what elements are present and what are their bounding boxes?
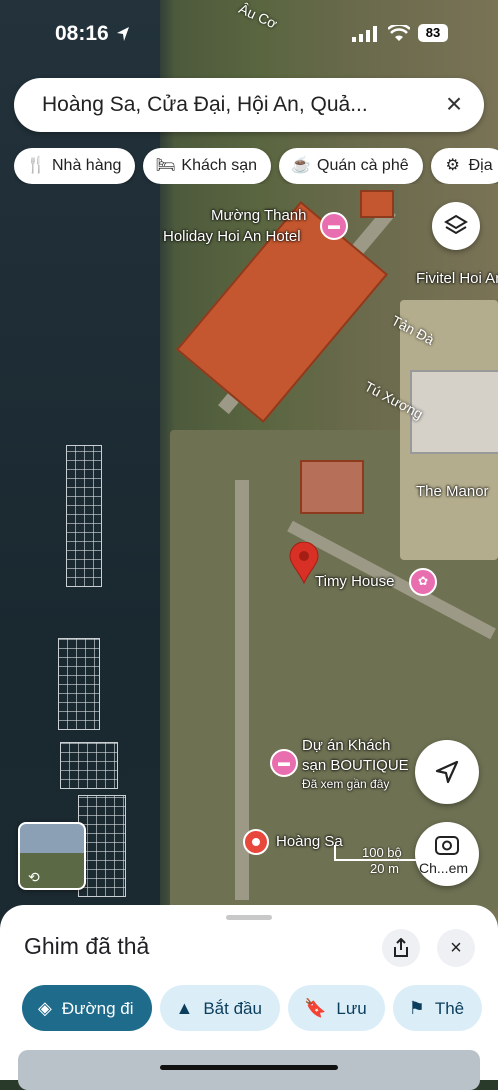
shopping-poi-icon[interactable]: ✿ <box>409 568 437 596</box>
place-label[interactable]: Holiday Hoi An Hotel <box>163 228 301 245</box>
place-label[interactable]: Hoàng Sa <box>276 833 343 850</box>
action-label: Đường đi <box>61 999 134 1018</box>
cellular-signal-icon <box>352 26 377 42</box>
start-button[interactable]: ▲ Bắt đầu <box>159 985 280 1031</box>
save-button[interactable]: 🔖 Lưu <box>287 985 385 1031</box>
place-label[interactable]: sạn BOUTIQUE <box>302 757 409 774</box>
directions-button[interactable]: ◈ Đường đi <box>22 985 152 1031</box>
navigation-arrow-icon <box>435 760 459 784</box>
chip-hotels[interactable]: 🛏 Khách sạn <box>143 148 271 184</box>
fish-pen <box>66 445 102 587</box>
chip-label: Khách sạn <box>181 157 257 174</box>
place-sheet[interactable]: Ghim đã thả × ◈ Đường đi ▲ Bắt đầu 🔖 Lưu ⚑ Thê <box>0 905 498 1090</box>
camera-lens-icon <box>435 836 459 855</box>
attraction-icon: ⚙ <box>445 157 460 174</box>
directions-icon: ◈ <box>38 998 52 1018</box>
search-bar[interactable]: Hoàng Sa, Cửa Đại, Hội An, Quả... × <box>14 78 484 132</box>
chip-attractions[interactable]: ⚙ Địa <box>430 148 498 184</box>
action-buttons: ◈ Đường đi ▲ Bắt đầu 🔖 Lưu ⚑ Thê <box>22 985 498 1031</box>
building-roof <box>360 190 394 218</box>
coffee-cup-icon: ☕ <box>291 157 311 174</box>
action-label: Lưu <box>336 999 367 1018</box>
hotel-poi-icon[interactable]: ▬ <box>320 212 348 240</box>
my-location-button[interactable] <box>415 740 479 804</box>
clock: 08:16 <box>55 22 109 45</box>
layers-icon <box>444 214 468 235</box>
fish-pen <box>60 742 118 789</box>
bookmark-icon: 🔖 <box>303 998 327 1018</box>
drag-handle[interactable] <box>226 915 272 920</box>
street-view-icon: ⟲ <box>28 869 40 885</box>
fish-pen <box>58 638 100 730</box>
place-photo[interactable] <box>18 1050 480 1090</box>
add-label-button[interactable]: ⚑ Thê <box>392 985 483 1031</box>
place-label[interactable]: Dự án Khách <box>302 737 390 754</box>
location-arrow-icon <box>117 27 129 41</box>
chip-label: Địa <box>468 157 493 174</box>
search-query[interactable]: Hoàng Sa, Cửa Đại, Hội An, Quả... <box>42 93 368 117</box>
place-label[interactable]: Timy House <box>315 573 394 590</box>
sheet-title: Ghim đã thả <box>24 933 150 959</box>
fork-knife-icon: 🍴 <box>26 157 46 174</box>
map-scale: 100 bộ 20 m <box>334 845 428 876</box>
hotel-poi-icon[interactable]: ▬ <box>270 749 298 777</box>
scale-bar: 100 bộ <box>334 845 428 861</box>
share-icon <box>394 937 408 957</box>
chip-restaurants[interactable]: 🍴 Nhà hàng <box>14 148 136 184</box>
street-poi-icon[interactable] <box>242 828 270 856</box>
share-button[interactable] <box>382 929 420 967</box>
action-label: Thê <box>434 999 465 1018</box>
category-chips: 🍴 Nhà hàng 🛏 Khách sạn ☕ Quán cà phê ⚙ Địa <box>14 148 498 184</box>
scale-top: 100 bộ <box>362 845 402 860</box>
chip-label: Nhà hàng <box>52 157 122 174</box>
bed-icon: 🛏 <box>155 157 176 174</box>
close-icon: × <box>450 937 462 959</box>
building-roof <box>300 460 364 514</box>
home-indicator[interactable] <box>160 1065 338 1070</box>
navigation-arrow-icon: ▲ <box>175 998 194 1018</box>
place-label[interactable]: Fivitel Hoi An H <box>416 270 498 287</box>
street-view-thumbnail[interactable]: ⟲ <box>18 822 86 890</box>
layers-button[interactable] <box>432 202 480 250</box>
chip-cafes[interactable]: ☕ Quán cà phê <box>279 148 423 184</box>
wifi-icon <box>388 25 410 41</box>
close-sheet-button[interactable]: × <box>437 929 475 967</box>
place-label[interactable]: The Manor <box>416 483 489 500</box>
action-label: Bắt đầu <box>203 999 262 1018</box>
close-icon[interactable]: × <box>438 89 470 121</box>
chip-label: Quán cà phê <box>317 157 409 174</box>
battery-indicator: 83 <box>418 24 448 42</box>
flag-icon: ⚑ <box>408 998 425 1018</box>
place-label[interactable]: Mường Thanh <box>211 207 307 224</box>
recently-viewed-note: Đã xem gần đây <box>302 777 390 791</box>
dropped-pin-icon[interactable] <box>288 542 320 584</box>
scale-bottom: 20 m <box>370 861 399 876</box>
